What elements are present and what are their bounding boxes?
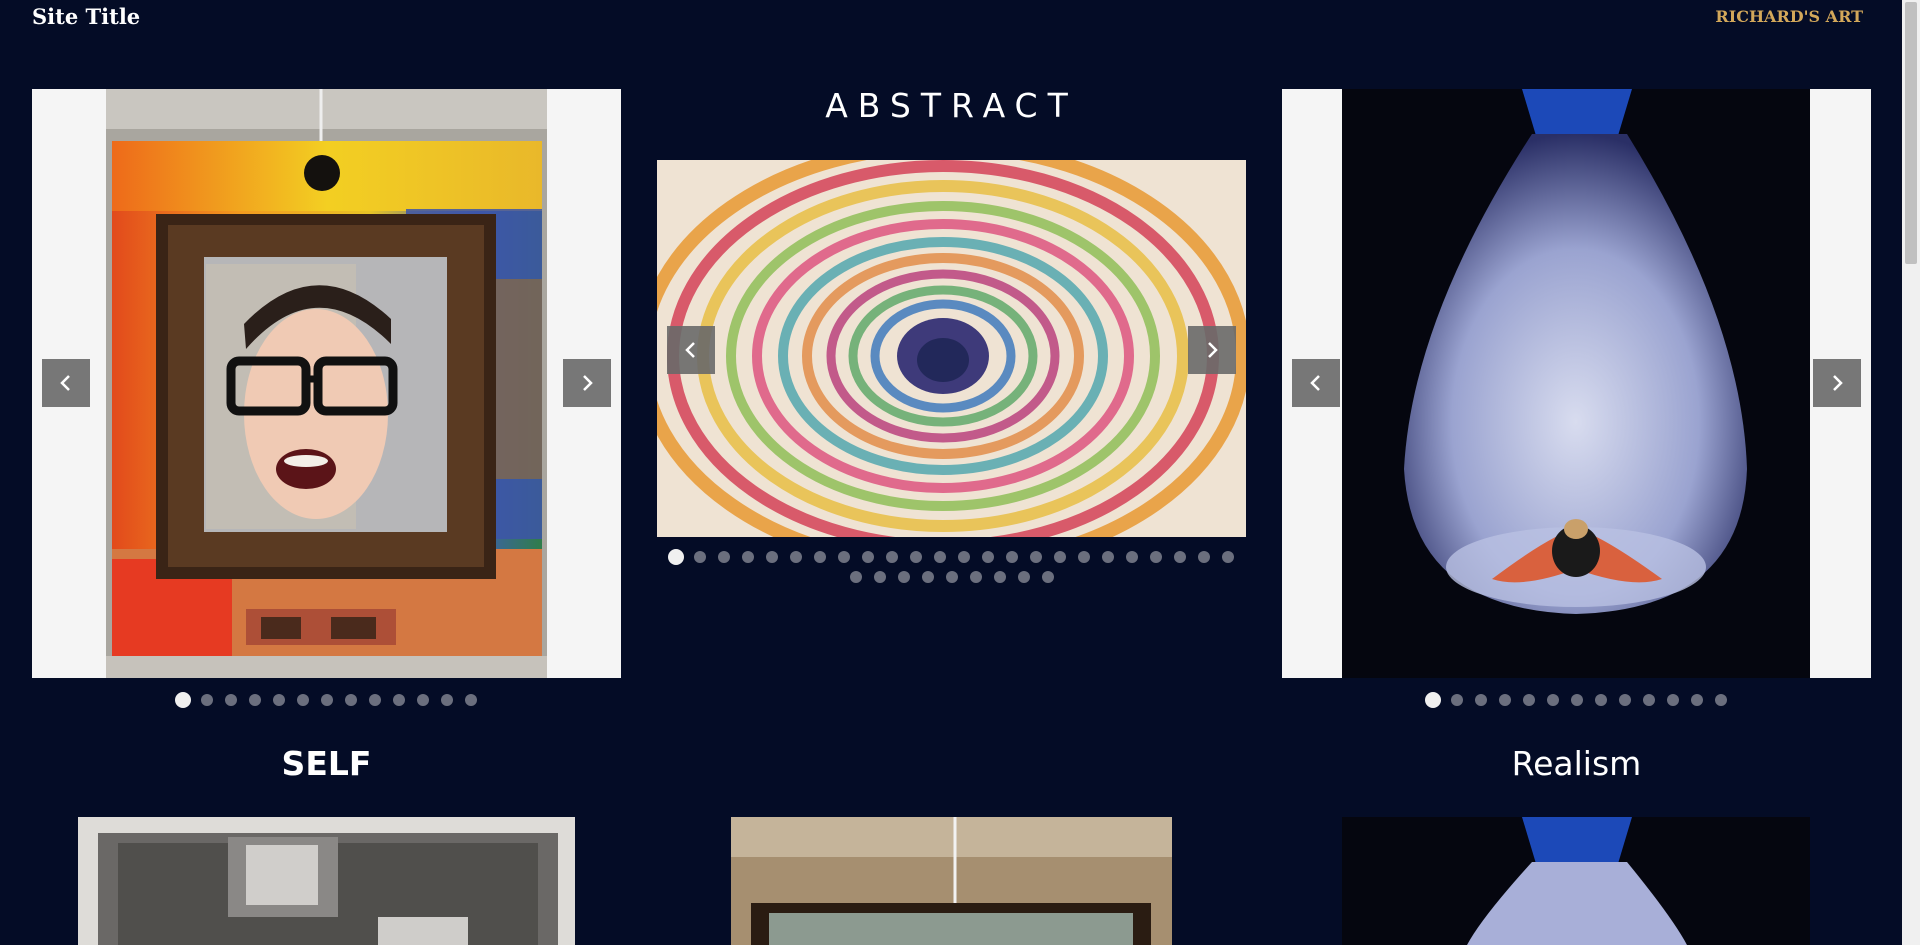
charcoal-drawing-image[interactable] <box>78 817 575 945</box>
center-gallery-dot[interactable] <box>849 571 862 583</box>
nav-link-richards-art[interactable]: RICHARD'S ART <box>1715 7 1863 26</box>
center-gallery-dot[interactable] <box>909 551 922 563</box>
abstract-spiral-artwork <box>657 160 1246 537</box>
right-gallery-dot[interactable] <box>1570 694 1583 706</box>
left-gallery-dot[interactable] <box>296 694 309 706</box>
center-gallery-next-button[interactable] <box>1188 326 1236 374</box>
center-gallery-dot[interactable] <box>957 551 970 563</box>
framed-portrait-artwork <box>106 89 547 678</box>
center-gallery-dot[interactable] <box>1017 571 1030 583</box>
right-gallery-dot[interactable] <box>1666 694 1679 706</box>
center-gallery-dots <box>664 545 1240 583</box>
right-gallery-prev-button[interactable] <box>1292 359 1340 407</box>
center-gallery-dot[interactable] <box>969 571 982 583</box>
center-gallery-dot[interactable] <box>837 551 850 563</box>
center-gallery-dot[interactable] <box>933 551 946 563</box>
scrollbar-track[interactable] <box>1902 0 1920 945</box>
left-gallery-dot[interactable] <box>272 694 285 706</box>
center-gallery-dot[interactable] <box>1029 551 1042 563</box>
center-gallery-dot[interactable] <box>1101 551 1114 563</box>
right-gallery-dot[interactable] <box>1474 694 1487 706</box>
center-gallery-dot[interactable] <box>1005 551 1018 563</box>
chevron-left-icon <box>685 342 695 358</box>
center-gallery-dot[interactable] <box>1041 571 1054 583</box>
left-gallery-dot[interactable] <box>248 694 261 706</box>
spotlight-figure-artwork <box>1342 89 1810 678</box>
abstract-title: ABSTRACT <box>825 86 1078 125</box>
right-gallery-dot[interactable] <box>1594 694 1607 706</box>
right-gallery-slideshow <box>1282 89 1871 678</box>
center-gallery-dot[interactable] <box>1053 551 1066 563</box>
right-gallery-dot[interactable] <box>1522 694 1535 706</box>
framed-artwork-image[interactable] <box>731 817 1172 945</box>
left-gallery-dot[interactable] <box>344 694 357 706</box>
center-gallery-dot[interactable] <box>993 571 1006 583</box>
center-gallery-dot[interactable] <box>789 551 802 563</box>
chevron-left-icon <box>1310 375 1320 391</box>
left-gallery-slideshow <box>32 89 621 678</box>
right-gallery-dot[interactable] <box>1714 694 1727 706</box>
right-gallery-dot[interactable] <box>1424 692 1441 708</box>
center-gallery-dot[interactable] <box>861 551 874 563</box>
left-gallery-dot[interactable] <box>200 694 213 706</box>
left-gallery-dot[interactable] <box>464 694 477 706</box>
scrollbar-thumb[interactable] <box>1905 2 1917 264</box>
right-gallery-dot[interactable] <box>1642 694 1655 706</box>
center-gallery-dot[interactable] <box>1149 551 1162 563</box>
center-gallery-dot[interactable] <box>873 571 886 583</box>
center-gallery-dot[interactable] <box>945 571 958 583</box>
left-gallery-dot[interactable] <box>320 694 333 706</box>
realism-spotlight-image[interactable] <box>1342 817 1810 945</box>
chevron-left-icon <box>60 375 70 391</box>
center-gallery-slideshow <box>657 160 1246 537</box>
right-gallery-dots <box>1421 688 1733 708</box>
center-gallery-dot[interactable] <box>921 571 934 583</box>
center-gallery-dot[interactable] <box>741 551 754 563</box>
left-gallery-prev-button[interactable] <box>42 359 90 407</box>
chevron-right-icon <box>583 375 593 391</box>
right-gallery-dot[interactable] <box>1546 694 1559 706</box>
left-gallery-dot[interactable] <box>392 694 405 706</box>
center-gallery-dot[interactable] <box>667 549 684 565</box>
center-gallery-dot[interactable] <box>1173 551 1186 563</box>
left-gallery-dot[interactable] <box>440 694 453 706</box>
chevron-right-icon <box>1833 375 1843 391</box>
chevron-right-icon <box>1208 342 1218 358</box>
center-gallery-dot[interactable] <box>765 551 778 563</box>
right-gallery-dot[interactable] <box>1450 694 1463 706</box>
center-gallery-dot[interactable] <box>885 551 898 563</box>
center-gallery-dot[interactable] <box>717 551 730 563</box>
left-gallery-dot[interactable] <box>224 694 237 706</box>
center-gallery-dot[interactable] <box>897 571 910 583</box>
center-gallery-dot[interactable] <box>1125 551 1138 563</box>
center-gallery-dot[interactable] <box>1077 551 1090 563</box>
left-gallery-next-button[interactable] <box>563 359 611 407</box>
right-gallery-dot[interactable] <box>1690 694 1703 706</box>
self-title: SELF <box>281 744 372 783</box>
site-title[interactable]: Site Title <box>32 4 140 29</box>
realism-title: Realism <box>1511 744 1642 783</box>
right-gallery-next-button[interactable] <box>1813 359 1861 407</box>
left-gallery-dots <box>171 688 483 708</box>
right-gallery-dot[interactable] <box>1618 694 1631 706</box>
center-gallery-dot[interactable] <box>1197 551 1210 563</box>
center-gallery-dot[interactable] <box>693 551 706 563</box>
left-gallery-dot[interactable] <box>174 692 191 708</box>
left-gallery-dot[interactable] <box>416 694 429 706</box>
center-gallery-dot[interactable] <box>813 551 826 563</box>
left-gallery-dot[interactable] <box>368 694 381 706</box>
center-gallery-prev-button[interactable] <box>667 326 715 374</box>
right-gallery-dot[interactable] <box>1498 694 1511 706</box>
center-gallery-dot[interactable] <box>981 551 994 563</box>
center-gallery-dot[interactable] <box>1221 551 1234 563</box>
